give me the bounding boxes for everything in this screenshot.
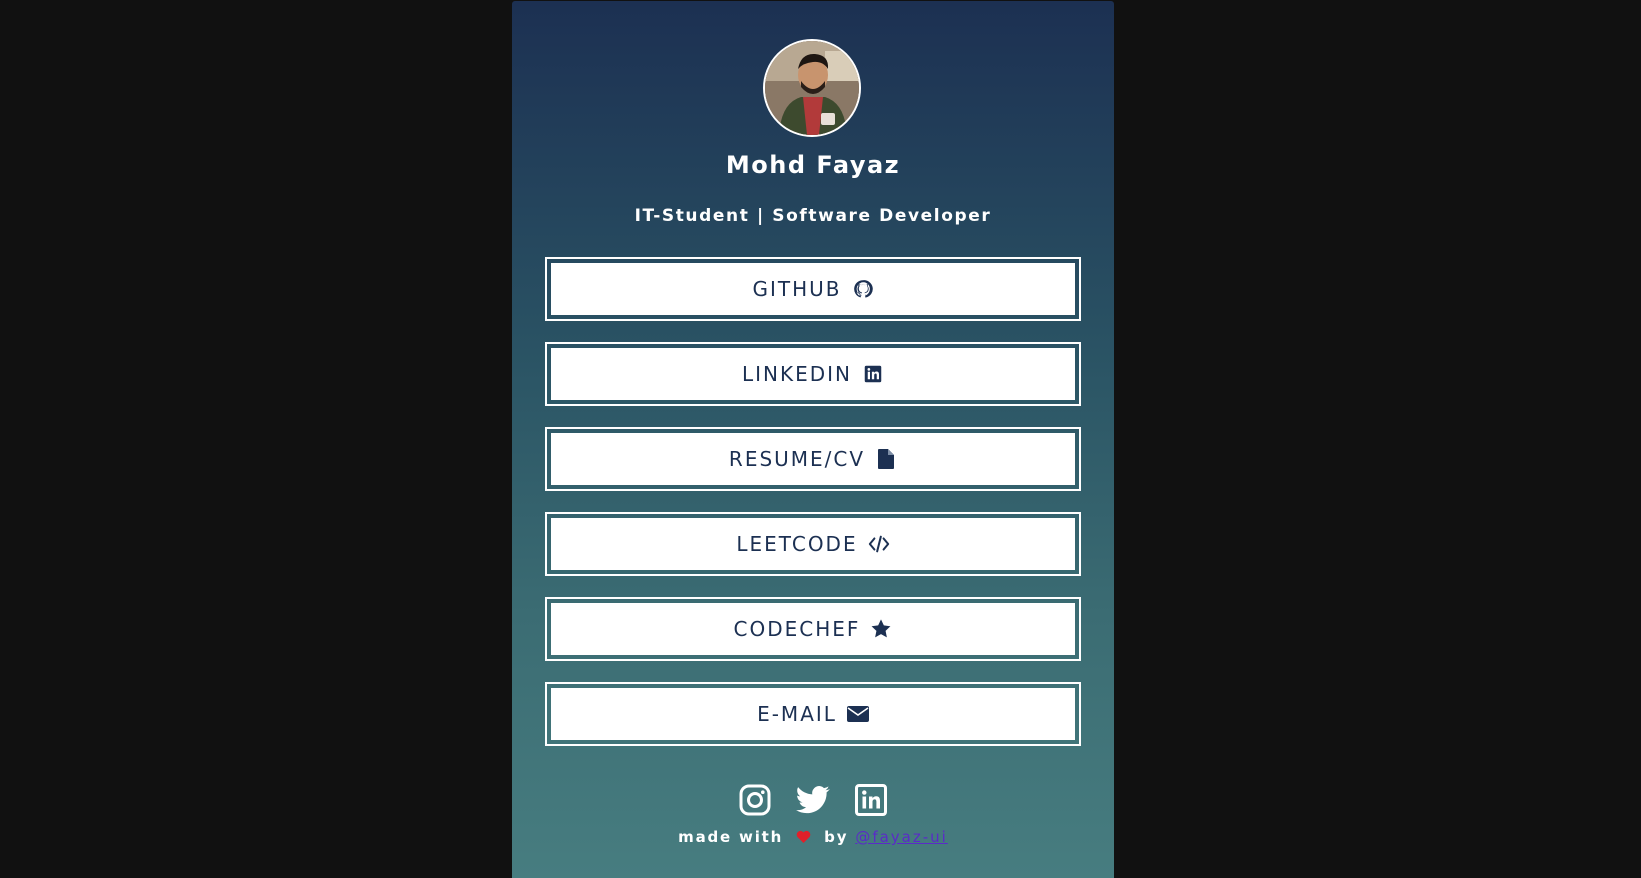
github-button-label: GITHUB: [752, 277, 842, 301]
profile-card: Mohd Fayaz IT-Student | Software Develop…: [512, 1, 1114, 878]
resume-button[interactable]: RESUME/CV: [545, 427, 1081, 491]
footer-credit: made with by @fayaz-ui: [512, 828, 1114, 847]
linkedin-icon: [862, 363, 884, 385]
github-button[interactable]: GITHUB: [545, 257, 1081, 321]
linkedin-button[interactable]: LINKEDIN: [545, 342, 1081, 406]
author-handle-link[interactable]: @fayaz-ui: [855, 828, 948, 846]
file-icon: [875, 448, 897, 470]
codechef-button[interactable]: CODECHEF: [545, 597, 1081, 661]
resume-button-label: RESUME/CV: [728, 447, 866, 471]
profile-name: Mohd Fayaz: [725, 151, 901, 179]
avatar: [763, 39, 861, 137]
email-button[interactable]: E-MAIL: [545, 682, 1081, 746]
email-button-label: E-MAIL: [757, 702, 837, 726]
twitter-icon[interactable]: [796, 783, 830, 817]
social-links: [512, 783, 1114, 817]
link-list: GITHUB LINKEDIN RESUME/CV LEETCODE CODEC…: [545, 257, 1081, 767]
leetcode-button[interactable]: LEETCODE: [545, 512, 1081, 576]
footer-made-with: made with: [678, 828, 784, 846]
star-icon: [870, 618, 892, 640]
code-icon: [868, 533, 890, 555]
codechef-button-label: CODECHEF: [733, 617, 861, 641]
linkedin-button-label: LINKEDIN: [741, 362, 852, 386]
profile-tagline: IT-Student | Software Developer: [634, 206, 992, 226]
envelope-icon: [846, 703, 869, 725]
instagram-icon[interactable]: [738, 783, 772, 817]
leetcode-button-label: LEETCODE: [736, 532, 858, 556]
footer-by: by: [824, 828, 849, 846]
heart-icon: [796, 829, 811, 847]
github-icon: [852, 278, 874, 300]
linkedin-social-icon[interactable]: [854, 783, 888, 817]
